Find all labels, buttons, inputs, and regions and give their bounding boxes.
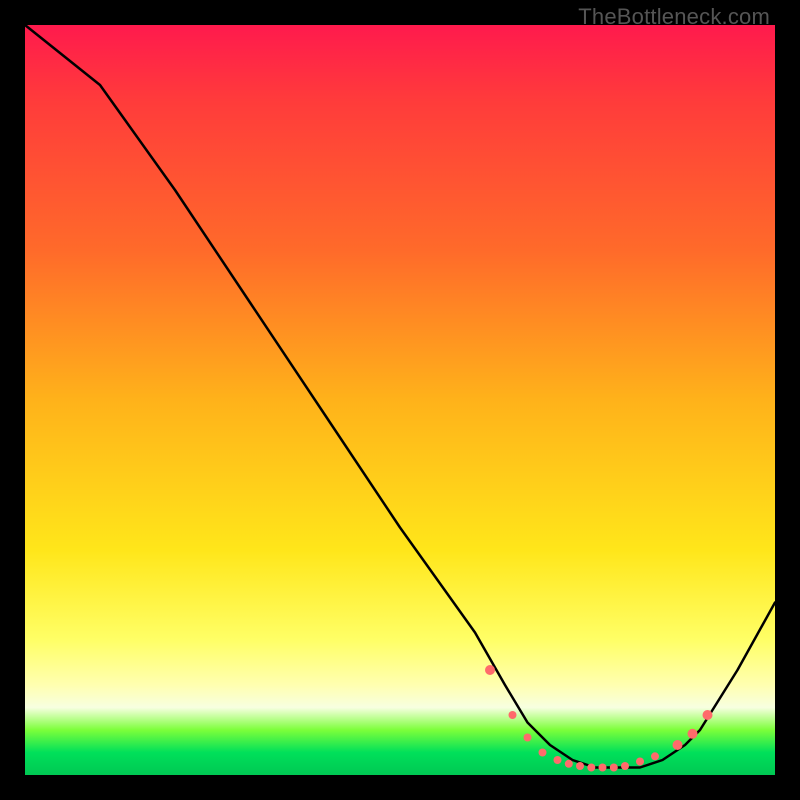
bottom-dots-group bbox=[485, 665, 713, 772]
marker-dot bbox=[636, 758, 644, 766]
marker-dot bbox=[703, 710, 713, 720]
marker-dot bbox=[651, 752, 659, 760]
marker-dot bbox=[688, 729, 698, 739]
marker-dot bbox=[509, 711, 517, 719]
marker-dot bbox=[565, 760, 573, 768]
marker-dot bbox=[599, 764, 607, 772]
marker-dot bbox=[673, 740, 683, 750]
chart-frame: TheBottleneck.com bbox=[0, 0, 800, 800]
marker-dot bbox=[524, 734, 532, 742]
marker-dot bbox=[485, 665, 495, 675]
marker-dot bbox=[621, 762, 629, 770]
marker-dot bbox=[587, 764, 595, 772]
marker-dot bbox=[610, 764, 618, 772]
marker-dot bbox=[576, 762, 584, 770]
plot-area bbox=[25, 25, 775, 775]
marker-dot bbox=[539, 749, 547, 757]
marker-dot bbox=[554, 756, 562, 764]
chart-svg bbox=[25, 25, 775, 775]
bottleneck-curve bbox=[25, 25, 775, 768]
